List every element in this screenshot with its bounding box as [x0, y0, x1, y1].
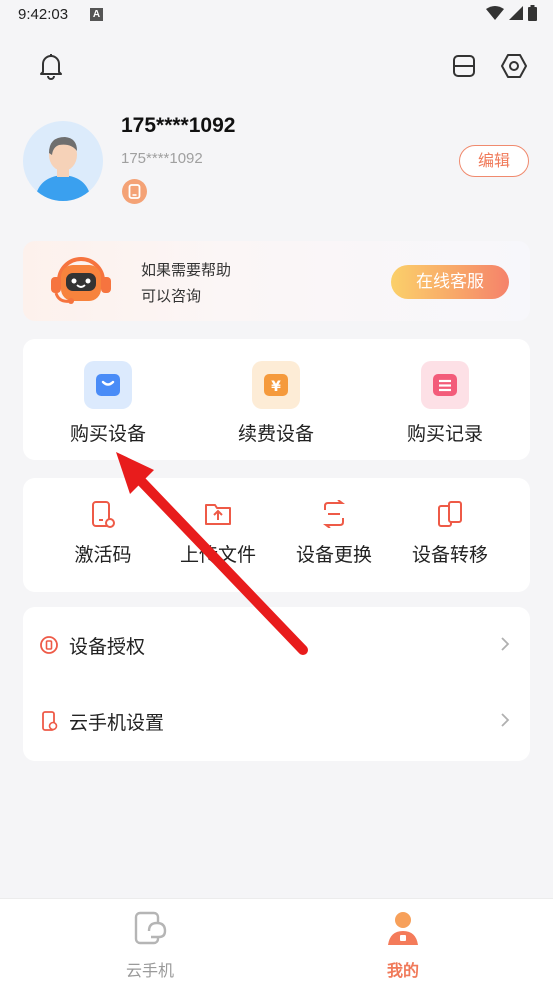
bottom-tab-bar: 云手机 我的: [0, 898, 553, 984]
grid-label: 设备更换: [295, 544, 372, 566]
grid-label: 设备转移: [411, 544, 488, 566]
activation-code-item[interactable]: 激活码: [53, 500, 153, 567]
swap-device-icon: [284, 500, 384, 532]
grid-label: 续费设备: [237, 423, 314, 445]
tab-label: 云手机: [125, 961, 174, 980]
list-label: 设备授权: [69, 636, 146, 658]
status-icons: [486, 5, 537, 21]
svg-text:¥: ¥: [271, 379, 281, 395]
notification-a-icon: A: [90, 8, 103, 21]
settings-list-card: 设备授权 云手机设置: [23, 607, 530, 761]
buy-device-item[interactable]: 购买设备: [55, 361, 161, 446]
upload-file-item[interactable]: 上传文件: [168, 500, 268, 567]
cloud-phone-settings-row[interactable]: 云手机设置: [23, 692, 530, 752]
grid-label: 上传文件: [179, 544, 256, 566]
purchase-card: 购买设备 ¥ 续费设备 购买记录: [23, 339, 530, 460]
signal-icon: [509, 6, 523, 20]
cloud-phone-icon: [90, 909, 210, 949]
tools-card: 激活码 上传文件 设备更换 设备转移: [23, 478, 530, 592]
user-phone: 175****1092: [121, 150, 203, 167]
chevron-right-icon: [500, 712, 510, 732]
authorize-icon: [39, 635, 59, 659]
purchase-record-item[interactable]: 购买记录: [392, 361, 498, 446]
tab-mine[interactable]: 我的: [343, 909, 463, 981]
renew-device-item[interactable]: ¥ 续费设备: [223, 361, 329, 446]
help-banner: 如果需要帮助 可以咨询 在线客服: [23, 241, 530, 321]
status-time: 9:42:03: [18, 6, 69, 23]
settings-icon[interactable]: [498, 50, 530, 82]
avatar[interactable]: [23, 121, 103, 201]
bell-icon[interactable]: [35, 50, 67, 82]
list-icon: [421, 361, 469, 409]
upload-folder-icon: [168, 500, 268, 532]
wifi-icon: [486, 6, 504, 20]
device-authorize-row[interactable]: 设备授权: [23, 616, 530, 676]
robot-support-icon: [45, 251, 117, 311]
user-profile-icon: [343, 909, 463, 949]
activation-code-icon: [53, 500, 153, 532]
device-badge-icon: [122, 179, 147, 204]
username: 175****1092: [121, 114, 236, 137]
scan-icon[interactable]: [448, 50, 480, 82]
online-service-button[interactable]: 在线客服: [391, 265, 509, 299]
device-transfer-item[interactable]: 设备转移: [400, 500, 500, 567]
edit-profile-button[interactable]: 编辑: [459, 145, 529, 177]
tab-cloud-phone[interactable]: 云手机: [90, 909, 210, 981]
list-label: 云手机设置: [69, 712, 165, 734]
tab-label: 我的: [386, 961, 419, 980]
help-text-line2: 可以咨询: [141, 287, 202, 305]
help-text-line1: 如果需要帮助: [141, 261, 232, 279]
bag-icon: [84, 361, 132, 409]
device-replace-item[interactable]: 设备更换: [284, 500, 384, 567]
grid-label: 激活码: [74, 544, 132, 566]
grid-label: 购买记录: [406, 423, 483, 445]
transfer-device-icon: [400, 500, 500, 532]
yuan-icon: ¥: [252, 361, 300, 409]
grid-label: 购买设备: [69, 423, 146, 445]
phone-settings-icon: [39, 711, 59, 735]
battery-icon: [528, 5, 537, 21]
chevron-right-icon: [500, 636, 510, 656]
status-bar: 9:42:03 A: [0, 0, 553, 32]
